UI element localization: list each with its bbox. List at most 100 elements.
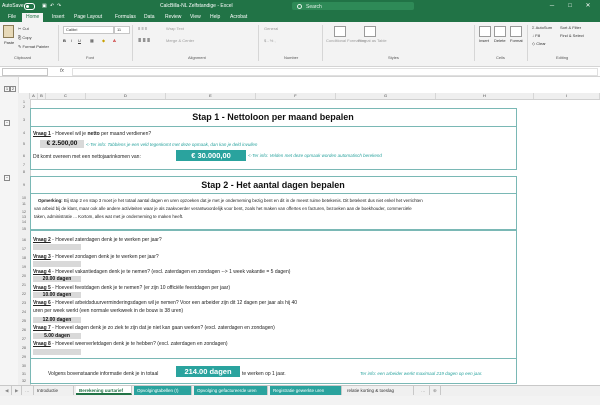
next-sheet-icon[interactable]: ▶ xyxy=(12,386,23,395)
font-color-icon[interactable]: A xyxy=(113,38,116,43)
row-header[interactable]: 3 xyxy=(18,118,30,122)
row-header[interactable]: 14 xyxy=(18,220,30,224)
row-header[interactable]: 16 xyxy=(18,238,30,242)
row-header[interactable]: 4 xyxy=(18,131,30,135)
row-header[interactable]: 12 xyxy=(18,210,30,214)
format-button[interactable]: Format xyxy=(510,38,523,43)
wrap-text-button[interactable]: Wrap Text xyxy=(166,26,184,31)
row-header[interactable]: 1 xyxy=(18,100,30,104)
row-header[interactable]: 28 xyxy=(18,346,30,350)
sort-filter-button[interactable]: Sort & Filter xyxy=(560,25,581,30)
saturdays-input[interactable] xyxy=(33,244,81,250)
more-sheets-icon[interactable]: … xyxy=(418,386,430,395)
fill-color-icon[interactable]: ◆ xyxy=(102,38,105,43)
net-salary-input[interactable]: € 2.500,00 xyxy=(40,140,84,148)
row-header[interactable]: 29 xyxy=(18,355,30,359)
collapse-icon[interactable]: − xyxy=(4,175,10,181)
save-icon[interactable]: ▣ xyxy=(42,3,47,9)
weather-days-input[interactable] xyxy=(33,349,81,355)
row-header[interactable]: 17 xyxy=(18,247,30,251)
tab-file[interactable]: File xyxy=(8,14,16,20)
tab-help[interactable]: Help xyxy=(210,14,220,20)
tab-acrobat[interactable]: Acrobat xyxy=(230,14,247,20)
insert-button[interactable]: Insert xyxy=(479,38,489,43)
maximize-button[interactable]: □ xyxy=(566,2,574,10)
row-header[interactable]: 8 xyxy=(18,170,30,174)
row-header[interactable]: 9 xyxy=(18,183,30,187)
delete-icon[interactable] xyxy=(494,26,506,37)
autosave-toggle[interactable] xyxy=(24,3,35,10)
tab-formulas[interactable]: Formulas xyxy=(115,14,136,20)
row-header[interactable]: 27 xyxy=(18,337,30,341)
prev-sheet-icon[interactable]: ◀ xyxy=(2,386,13,395)
format-painter-button[interactable]: ✎ Format Painter xyxy=(18,44,49,49)
delete-button[interactable]: Delete xyxy=(494,38,506,43)
formula-input[interactable] xyxy=(72,68,598,76)
minimize-button[interactable]: ─ xyxy=(548,2,556,10)
italic-icon[interactable]: I xyxy=(71,38,72,43)
redo-icon[interactable]: ↷ xyxy=(57,3,61,9)
name-box[interactable] xyxy=(2,68,48,76)
autosum-button[interactable]: Σ AutoSum xyxy=(532,25,552,30)
row-header[interactable]: 13 xyxy=(18,215,30,219)
tab-review[interactable]: Review xyxy=(165,14,181,20)
row-header[interactable]: 11 xyxy=(18,202,30,206)
sheet-tab-registratie-gewerkte-uren[interactable]: Registratie gewerkte uren xyxy=(270,386,342,395)
row-header[interactable]: 25 xyxy=(18,319,30,323)
copy-button[interactable]: ⎘ Copy xyxy=(18,35,32,40)
align-left-icon[interactable]: ≣ ≣ ≣ xyxy=(138,38,150,43)
row-header[interactable]: 7 xyxy=(18,163,30,167)
search-box[interactable]: Search xyxy=(292,2,414,10)
collapse-icon[interactable]: − xyxy=(4,120,10,126)
fill-button[interactable]: ↓ Fill xyxy=(532,33,540,38)
row-header[interactable]: 18 xyxy=(18,256,30,260)
row-header[interactable]: 15 xyxy=(18,227,30,231)
tab-insert[interactable]: Insert xyxy=(52,14,65,20)
sick-days-input[interactable]: 5.00 dagen xyxy=(33,333,81,339)
row-header[interactable]: 6 xyxy=(18,154,30,158)
sheet-tab-opvolgingtabellen[interactable]: Opvolgingtabellen (!) xyxy=(134,386,192,395)
paste-button[interactable]: Paste xyxy=(4,40,14,45)
undo-icon[interactable]: ↶ xyxy=(50,3,54,9)
vacation-days-input[interactable]: 20.00 dagen xyxy=(33,276,81,282)
tab-data[interactable]: Data xyxy=(144,14,155,20)
format-table-icon[interactable] xyxy=(364,26,376,37)
row-header[interactable]: 20 xyxy=(18,274,30,278)
close-button[interactable]: ✕ xyxy=(584,2,592,10)
number-format-dropdown[interactable]: General xyxy=(264,26,278,31)
bold-icon[interactable]: B xyxy=(63,38,66,43)
paste-icon[interactable] xyxy=(3,25,14,38)
sheet-tab-introductie[interactable]: Introductie xyxy=(34,386,74,395)
row-header[interactable]: 26 xyxy=(18,328,30,332)
merge-center-button[interactable]: Merge & Center xyxy=(166,38,194,43)
row-header[interactable]: 32 xyxy=(18,379,30,383)
adv-days-input[interactable]: 12.00 dagen xyxy=(33,317,81,323)
find-select-button[interactable]: Find & Select xyxy=(560,33,584,38)
add-sheet-icon[interactable]: ⊕ xyxy=(430,386,441,395)
fx-icon[interactable]: fx xyxy=(60,68,64,74)
sheet-tab-berekening-uurtarief[interactable]: Berekening uurtarief xyxy=(76,386,132,395)
tab-page-layout[interactable]: Page Layout xyxy=(74,14,102,20)
font-size-dropdown[interactable]: 11 xyxy=(114,26,130,34)
row-header[interactable]: 21 xyxy=(18,283,30,287)
tab-home[interactable]: Home xyxy=(22,13,44,22)
currency-icon[interactable]: $ - % , xyxy=(264,38,276,43)
more-sheets-icon[interactable]: … xyxy=(22,386,34,395)
row-header[interactable]: 19 xyxy=(18,265,30,269)
sundays-input[interactable] xyxy=(33,261,81,267)
format-icon[interactable] xyxy=(510,26,522,37)
insert-icon[interactable] xyxy=(479,26,491,37)
row-header[interactable]: 5 xyxy=(18,142,30,146)
clear-button[interactable]: ◇ Clear xyxy=(532,41,546,46)
underline-icon[interactable]: U xyxy=(78,38,81,43)
sheet-tab-opvolging-gefactureerde-uren[interactable]: Opvolging gefactureerde uren xyxy=(194,386,268,395)
row-header[interactable]: 2 xyxy=(18,105,30,109)
sheet-tab-relatie-korting-toeslag[interactable]: relatie korting & toeslag xyxy=(344,386,414,395)
align-top-icon[interactable]: ≡ ≡ ≡ xyxy=(138,26,147,31)
row-header[interactable]: 10 xyxy=(18,196,30,200)
font-name-dropdown[interactable]: Calibri xyxy=(63,26,114,34)
tab-view[interactable]: View xyxy=(190,14,201,20)
row-header[interactable]: 22 xyxy=(18,292,30,296)
format-table-button[interactable]: Format as Table xyxy=(358,38,387,43)
row-header[interactable]: 23 xyxy=(18,301,30,305)
